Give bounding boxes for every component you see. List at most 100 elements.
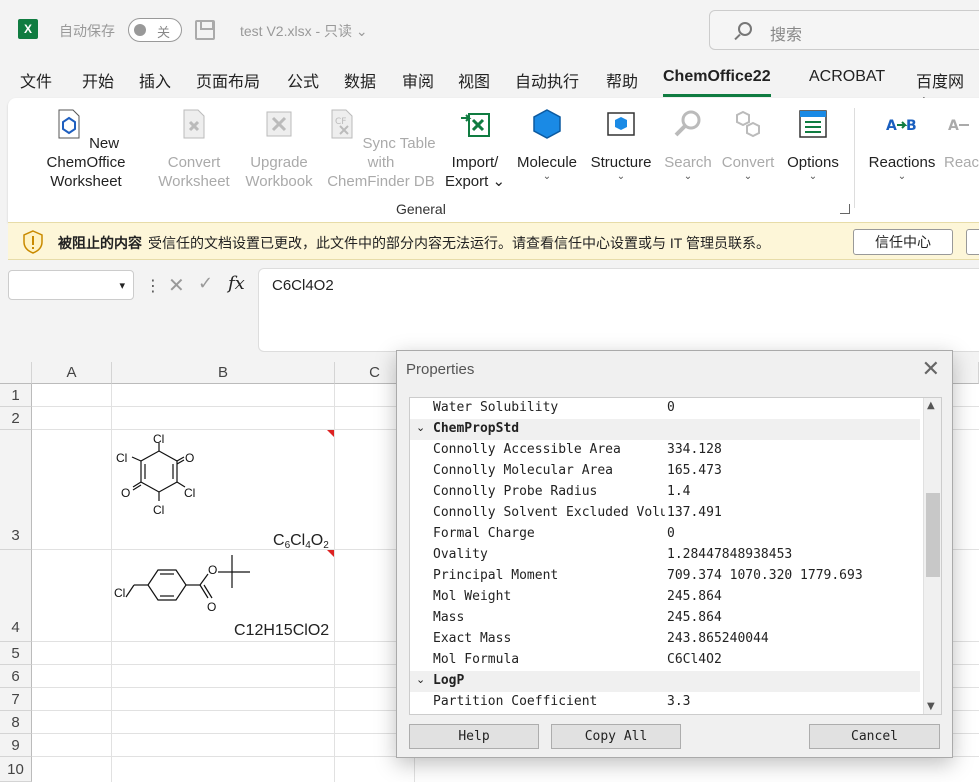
button-label-line1: Sync Table with	[362, 135, 436, 171]
sync-table-button[interactable]: CF Sync Table with ChemFinder DB	[322, 108, 440, 191]
tab-file[interactable]: 文件	[20, 68, 52, 92]
atom-label: O	[207, 600, 216, 614]
security-warning-bar: 被阻止的内容 受信任的文档设置已更改，此文件中的部分内容无法运行。请查看信任中心设…	[8, 222, 979, 260]
document-title[interactable]: test V2.xlsx - 只读 ⌄	[240, 21, 368, 41]
vertical-scrollbar[interactable]: ▲ ▼	[923, 398, 941, 714]
property-row[interactable]: Principal Moment 709.374 1070.320 1779.69…	[410, 566, 920, 587]
column-header-a[interactable]: A	[32, 362, 112, 384]
property-row[interactable]: Mol Weight 245.864	[410, 587, 920, 608]
chevron-down-icon[interactable]: ⌄	[416, 673, 425, 686]
reactions-button[interactable]: AB Reactions ⌄	[864, 108, 940, 182]
row-header-3[interactable]: 3	[0, 430, 32, 550]
property-name: Mass	[433, 610, 465, 625]
search-input[interactable]: 搜索	[709, 10, 979, 50]
cancel-button[interactable]: Cancel	[809, 724, 940, 749]
chevron-down-icon: ⌄	[683, 171, 693, 182]
property-row[interactable]: Connolly Solvent Excluded Volume 137.491	[410, 503, 920, 524]
tab-help[interactable]: 帮助	[606, 68, 638, 92]
tab-chemoffice22[interactable]: ChemOffice22	[663, 68, 771, 97]
copy-all-button[interactable]: Copy All	[551, 724, 681, 749]
chevron-down-icon[interactable]: ▼	[927, 701, 935, 712]
confirm-entry-icon[interactable]: ✓	[198, 273, 213, 294]
options-button[interactable]: Options ⌄	[780, 108, 846, 182]
comment-indicator[interactable]	[327, 550, 334, 557]
select-all-corner[interactable]	[0, 362, 32, 384]
dialog-launcher-icon[interactable]	[840, 204, 850, 214]
autosave-toggle[interactable]: 关	[128, 18, 182, 42]
new-chemoffice-worksheet-button[interactable]: New ChemOffice Worksheet	[24, 108, 148, 191]
chevron-down-icon: ⌄	[897, 171, 907, 182]
cell-b4-formula: C12H15ClO2	[234, 622, 330, 639]
group-label-general: General	[396, 201, 446, 217]
property-row[interactable]: Partition Coefficient 3.3	[410, 692, 920, 713]
reactions-2-button[interactable]: A Reac	[944, 108, 979, 172]
upgrade-workbook-button[interactable]: Upgrade Workbook	[240, 108, 318, 191]
convert-worksheet-button[interactable]: Convert Worksheet	[152, 108, 236, 191]
tab-data[interactable]: 数据	[344, 68, 376, 92]
property-name: Connolly Molecular Area	[433, 463, 614, 478]
property-value: 1.4	[667, 484, 691, 499]
insert-function-icon[interactable]: fx	[228, 273, 245, 294]
tab-formulas[interactable]: 公式	[287, 68, 319, 92]
button-label: Reactions	[868, 154, 936, 171]
property-row[interactable]: Formal Charge 0	[410, 524, 920, 545]
row-header-7[interactable]: 7	[0, 688, 32, 711]
more-icon[interactable]: ⋮	[145, 276, 161, 296]
molecule-button[interactable]: Molecule ⌄	[510, 108, 584, 182]
dialog-title: Properties	[406, 361, 475, 378]
import-export-button[interactable]: Import/ Export ⌄	[444, 108, 506, 191]
row-header-2[interactable]: 2	[0, 407, 32, 430]
cancel-entry-icon[interactable]: ✕	[168, 273, 185, 298]
property-value: 0	[667, 400, 675, 415]
trust-center-button[interactable]: 信任中心	[853, 229, 953, 255]
property-name: Ovality	[433, 547, 488, 562]
structure-chloranil[interactable]: Cl Cl O O Cl Cl C6Cl4O2	[112, 430, 334, 550]
property-row[interactable]: Exact Mass 243.865240044	[410, 629, 920, 650]
property-row[interactable]: Connolly Accessible Area 334.128	[410, 440, 920, 461]
property-row[interactable]: Mass 245.864	[410, 608, 920, 629]
column-header-b[interactable]: B	[112, 362, 335, 384]
convert-worksheet-icon	[183, 109, 205, 139]
ribbon-panel: New ChemOffice Worksheet Convert Workshe…	[8, 98, 979, 222]
tab-acrobat[interactable]: ACROBAT	[809, 68, 885, 86]
row-header-10[interactable]: 10	[0, 757, 32, 782]
chevron-down-icon[interactable]: ⌄	[416, 421, 425, 434]
button-label-line2: Workbook	[245, 173, 313, 190]
chevron-up-icon[interactable]: ▲	[927, 400, 935, 411]
tab-view[interactable]: 视图	[458, 68, 490, 92]
row-header-1[interactable]: 1	[0, 384, 32, 407]
close-icon[interactable]: ✕	[922, 357, 940, 381]
formula-input[interactable]: C6Cl4O2	[258, 268, 979, 352]
row-header-8[interactable]: 8	[0, 711, 32, 734]
row-header-5[interactable]: 5	[0, 642, 32, 665]
tab-review[interactable]: 审阅	[402, 68, 434, 92]
row-header-9[interactable]: 9	[0, 734, 32, 757]
property-list[interactable]: Water Solubility 0 ⌄ ChemPropStd Connolly …	[409, 397, 942, 715]
button-label: Convert	[721, 154, 775, 171]
warning-extra-button[interactable]	[966, 229, 979, 255]
comment-indicator[interactable]	[327, 430, 334, 437]
tab-page-layout[interactable]: 页面布局	[196, 68, 260, 92]
save-icon[interactable]	[195, 20, 215, 40]
category-row[interactable]: ⌄ LogP	[410, 671, 920, 692]
property-row[interactable]: Ovality 1.28447848938453	[410, 545, 920, 566]
search-icon	[738, 22, 752, 36]
property-row[interactable]: Connolly Probe Radius 1.4	[410, 482, 920, 503]
atom-label: O	[208, 563, 217, 577]
search-button[interactable]: Search ⌄	[660, 108, 716, 182]
tab-insert[interactable]: 插入	[139, 68, 171, 92]
name-box[interactable]: ▾	[8, 270, 134, 300]
row-header-4[interactable]: 4	[0, 550, 32, 642]
property-row[interactable]: Mol Formula C6Cl4O2	[410, 650, 920, 671]
convert-button[interactable]: Convert ⌄	[718, 108, 778, 182]
property-row[interactable]: Connolly Molecular Area 165.473	[410, 461, 920, 482]
category-row[interactable]: ⌄ ChemPropStd	[410, 419, 920, 440]
row-header-6[interactable]: 6	[0, 665, 32, 688]
scrollbar-thumb[interactable]	[926, 493, 940, 577]
tab-automate[interactable]: 自动执行	[515, 68, 579, 92]
property-row[interactable]: Water Solubility 0	[410, 398, 920, 419]
button-label-line1: Convert	[167, 154, 221, 171]
tab-home[interactable]: 开始	[82, 68, 114, 92]
structure-button[interactable]: Structure ⌄	[586, 108, 656, 182]
help-button[interactable]: Help	[409, 724, 539, 749]
